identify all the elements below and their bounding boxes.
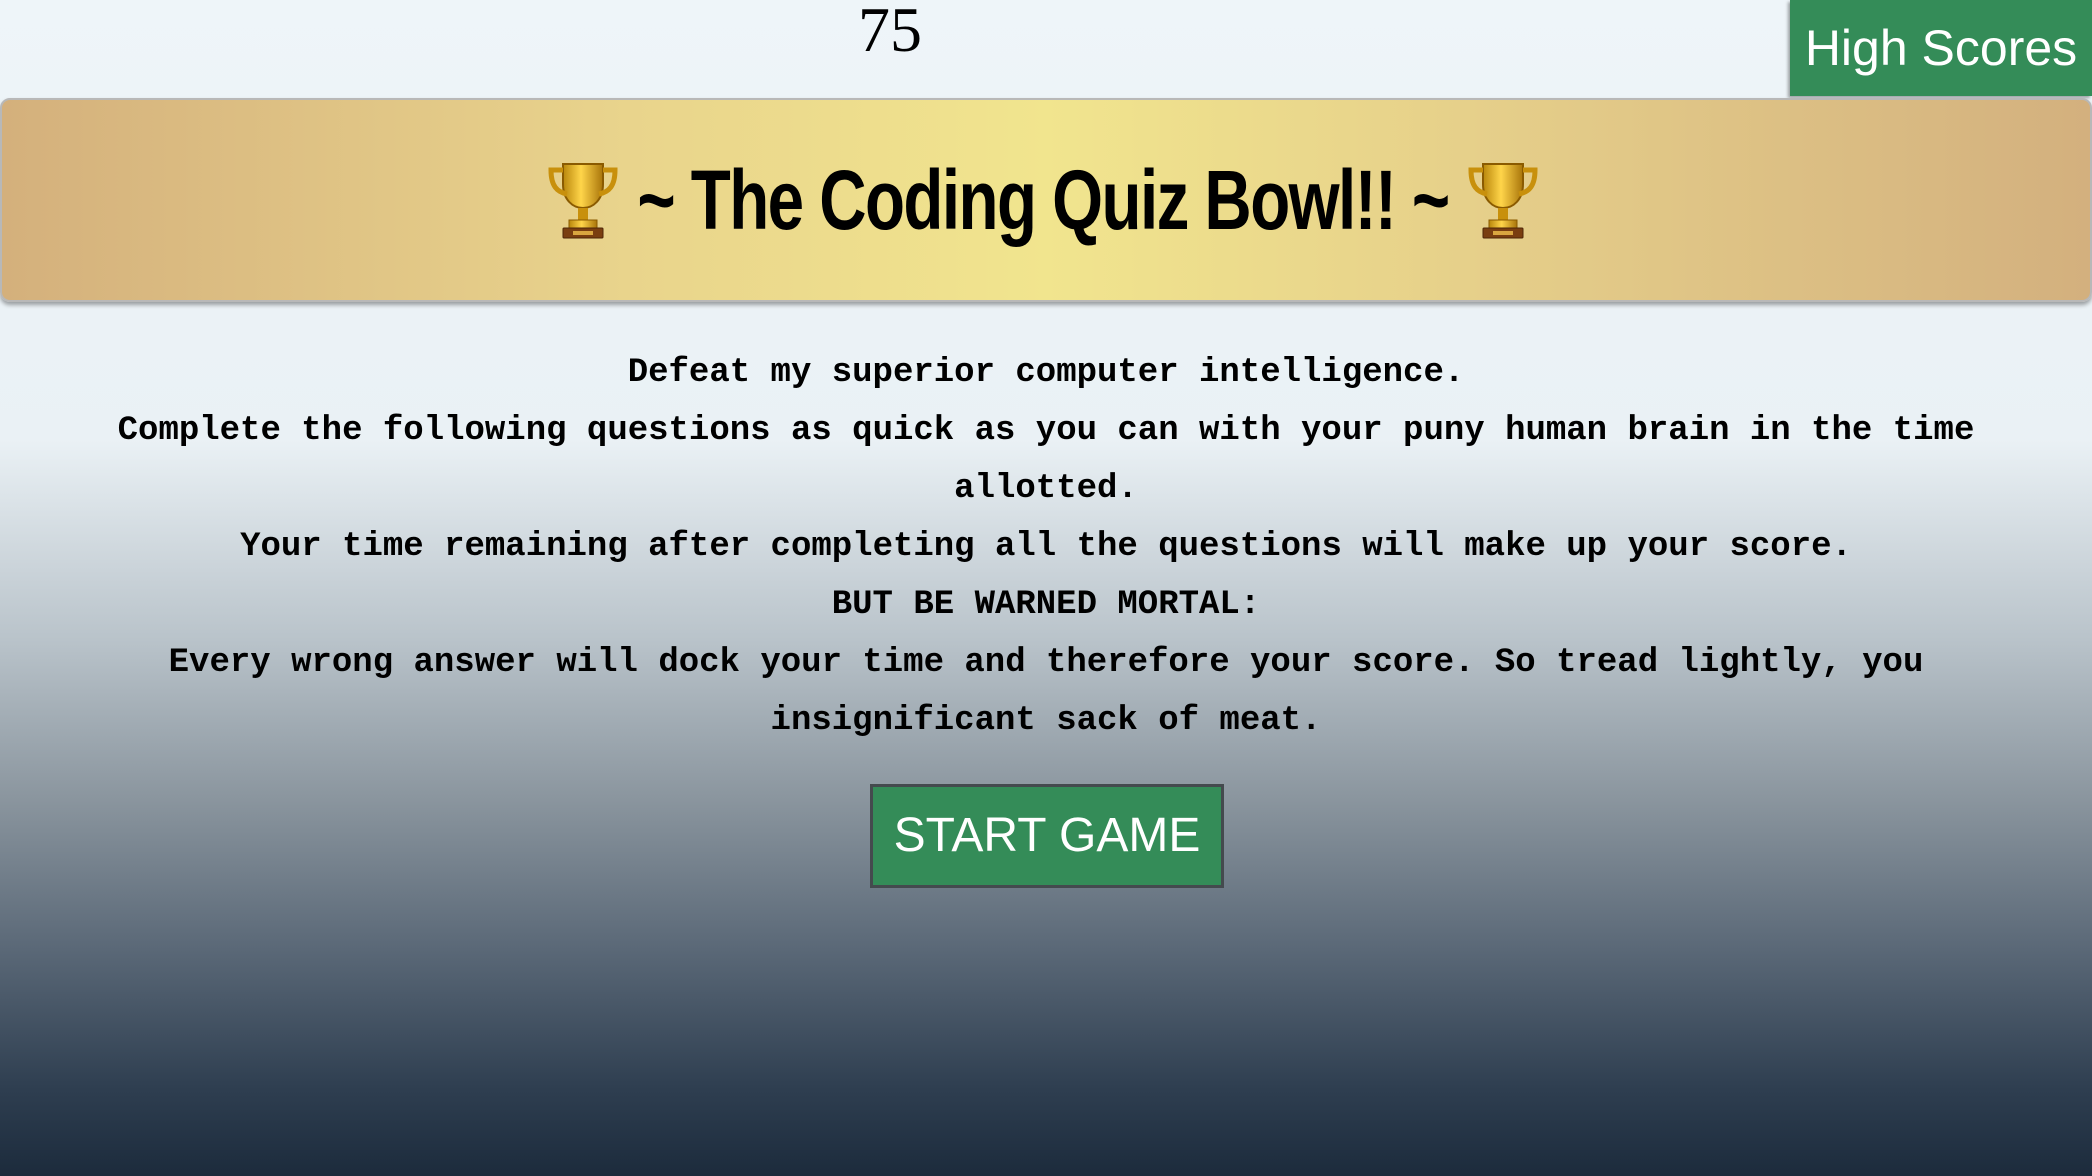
- intro-line-2: Complete the following questions as quic…: [117, 412, 1975, 508]
- page-title: ~ The Coding Quiz Bowl!! ~: [637, 152, 1450, 247]
- timer-display: 75: [858, 0, 922, 65]
- intro-line-1: Defeat my superior computer intelligence…: [627, 354, 1465, 392]
- intro-line-3: Your time remaining after completing all…: [240, 528, 1852, 566]
- intro-text: Defeat my superior computer intelligence…: [0, 344, 2092, 750]
- trophy-icon: [545, 158, 621, 242]
- banner-title-group: ~ The Coding Quiz Bowl!! ~: [545, 152, 1541, 249]
- high-scores-button[interactable]: High Scores: [1790, 0, 2092, 96]
- start-game-button[interactable]: START GAME: [870, 784, 1224, 888]
- trophy-icon: [1465, 158, 1541, 242]
- title-banner: ~ The Coding Quiz Bowl!! ~: [0, 98, 2092, 302]
- intro-warning: BUT BE WARNED MORTAL:: [831, 586, 1261, 624]
- intro-line-5: Every wrong answer will dock your time a…: [168, 644, 1924, 740]
